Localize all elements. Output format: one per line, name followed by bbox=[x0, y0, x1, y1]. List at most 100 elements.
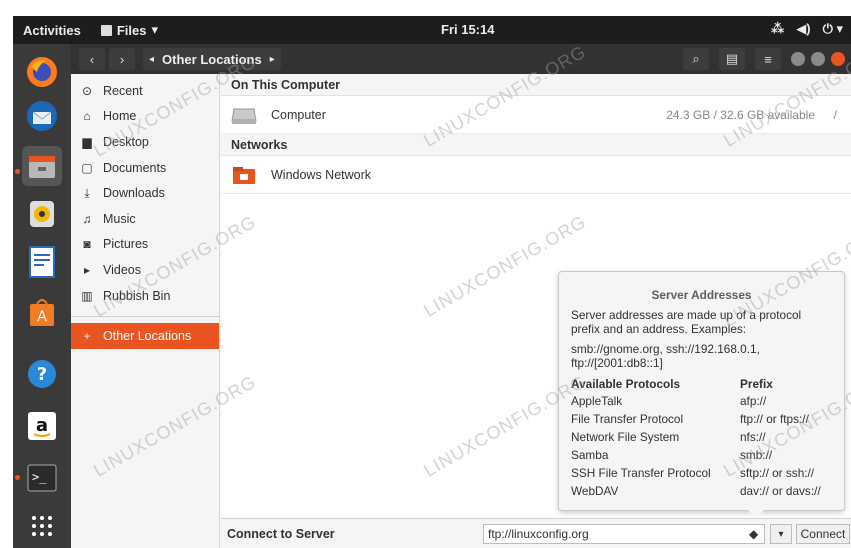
table-row: AppleTalk afp:// bbox=[571, 392, 832, 410]
network-folder-icon bbox=[233, 166, 255, 184]
thunderbird-icon[interactable] bbox=[22, 96, 62, 136]
terminal-icon[interactable]: >_ bbox=[22, 458, 62, 498]
clock[interactable]: Fri 15:14 bbox=[441, 22, 494, 37]
table-row: Samba smb:// bbox=[571, 446, 832, 464]
system-menu[interactable]: ⁂ ◀) ⏻ ▾ bbox=[771, 21, 843, 37]
protocol-prefix: smb:// bbox=[740, 447, 773, 462]
svg-text:?: ? bbox=[37, 364, 47, 385]
header-actions: ⌕ ▤ ≡ bbox=[679, 48, 845, 70]
sidebar-item-other-locations[interactable]: + Other Locations bbox=[71, 323, 219, 349]
writer-icon[interactable] bbox=[22, 242, 62, 282]
chevron-down-icon: ▾ bbox=[151, 22, 158, 37]
section-on-this-computer: On This Computer bbox=[221, 74, 851, 96]
document-icon: ▢ bbox=[81, 160, 93, 175]
desktop-screen: Activities Files ▾ Fri 15:14 ⁂ ◀) ⏻ ▾ A … bbox=[13, 16, 851, 548]
svg-text:A: A bbox=[37, 309, 47, 325]
protocol-name: SSH File Transfer Protocol bbox=[571, 465, 711, 480]
files-icon[interactable] bbox=[22, 146, 62, 186]
popover-arrow bbox=[748, 510, 764, 518]
section-networks: Networks bbox=[221, 134, 851, 156]
minimize-button[interactable] bbox=[791, 52, 805, 66]
search-icon[interactable]: ⌕ bbox=[683, 48, 709, 70]
sidebar-item-videos[interactable]: ▸ Videos bbox=[71, 257, 219, 283]
disk-usage: 24.3 GB / 32.6 GB available bbox=[666, 107, 815, 122]
maximize-button[interactable] bbox=[811, 52, 825, 66]
sidebar-item-desktop[interactable]: ▆ Desktop bbox=[71, 129, 219, 155]
running-indicator bbox=[15, 475, 20, 480]
location-label: Windows Network bbox=[271, 167, 372, 182]
sidebar-item-label: Downloads bbox=[103, 186, 165, 201]
close-button[interactable] bbox=[831, 52, 845, 66]
svg-text:>_: >_ bbox=[32, 470, 47, 484]
places-sidebar: ⊙ Recent ⌂ Home ▆ Desktop ▢ Documents ⤓ Downl… bbox=[71, 74, 220, 548]
sidebar-item-label: Home bbox=[103, 109, 137, 124]
sidebar-item-downloads[interactable]: ⤓ Downloads bbox=[71, 180, 219, 206]
sidebar-item-recent[interactable]: ⊙ Recent bbox=[71, 78, 219, 104]
camera-icon: ◙ bbox=[83, 237, 91, 252]
video-icon: ▸ bbox=[83, 262, 91, 277]
network-icon: ⁂ bbox=[770, 21, 785, 36]
svg-text:a: a bbox=[36, 415, 48, 436]
sidebar-item-home[interactable]: ⌂ Home bbox=[71, 104, 219, 130]
path-scroll-right-icon[interactable]: ▸ bbox=[270, 54, 275, 65]
amazon-icon[interactable]: a bbox=[22, 406, 62, 446]
protocol-name: Samba bbox=[571, 447, 609, 462]
help-icon[interactable]: ? bbox=[22, 354, 62, 394]
table-row: WebDAV dav:// or davs:// bbox=[571, 482, 832, 500]
table-row: File Transfer Protocol ftp:// or ftps:// bbox=[571, 410, 832, 428]
sidebar-item-label: Other Locations bbox=[103, 329, 192, 344]
help-icon[interactable]: ◆ bbox=[749, 527, 758, 541]
rhythmbox-icon[interactable] bbox=[22, 194, 62, 234]
sidebar-item-label: Music bbox=[103, 211, 136, 226]
popover-examples: smb://gnome.org, ssh://192.168.0.1, ftp:… bbox=[571, 342, 760, 370]
mount-path: / bbox=[833, 107, 837, 122]
column-header-protocols: Available Protocols bbox=[571, 377, 681, 391]
back-button[interactable]: ‹ bbox=[79, 48, 105, 70]
popover-title: Server Addresses bbox=[651, 288, 752, 302]
popover-description: Server addresses are made up of a protoc… bbox=[571, 308, 802, 336]
trash-icon: ▥ bbox=[81, 288, 93, 303]
path-scroll-left-icon[interactable]: ◂ bbox=[149, 54, 154, 65]
protocol-name: AppleTalk bbox=[571, 393, 623, 408]
protocol-prefix: sftp:// or ssh:// bbox=[740, 465, 815, 480]
protocol-prefix: ftp:// or ftps:// bbox=[740, 411, 809, 426]
sidebar-item-pictures[interactable]: ◙ Pictures bbox=[71, 232, 219, 258]
sidebar-item-music[interactable]: ♫ Music bbox=[71, 206, 219, 232]
protocol-prefix: dav:// or davs:// bbox=[740, 483, 821, 498]
sidebar-item-label: Videos bbox=[103, 262, 141, 277]
sidebar-item-documents[interactable]: ▢ Documents bbox=[71, 155, 219, 181]
hard-drive-icon bbox=[231, 108, 257, 124]
table-row: Network File System nfs:// bbox=[571, 428, 832, 446]
connect-button[interactable]: Connect bbox=[796, 524, 850, 544]
path-other-locations[interactable]: Other Locations bbox=[162, 52, 262, 67]
music-icon: ♫ bbox=[82, 211, 92, 226]
volume-icon: ◀) bbox=[796, 21, 811, 36]
protocols-header: Available Protocols Prefix bbox=[571, 376, 832, 392]
dock: A ? a >_ bbox=[13, 44, 71, 548]
server-addresses-popover: Server Addresses Server addresses are ma… bbox=[558, 271, 845, 511]
location-row-computer[interactable]: Computer 24.3 GB / 32.6 GB available / bbox=[221, 96, 851, 134]
app-menu[interactable]: Files ▾ bbox=[100, 22, 158, 38]
server-address-input[interactable] bbox=[483, 524, 765, 544]
apps-grid-icon[interactable] bbox=[22, 506, 62, 546]
clock-icon: ⊙ bbox=[81, 83, 93, 98]
sidebar-item-rubbish-bin[interactable]: ▥ Rubbish Bin bbox=[71, 283, 219, 309]
view-toggle-icon[interactable]: ▤ bbox=[719, 48, 745, 70]
running-indicator bbox=[15, 169, 20, 174]
download-icon: ⤓ bbox=[84, 185, 90, 200]
location-row-windows-network[interactable]: Windows Network bbox=[221, 156, 851, 194]
sidebar-item-label: Desktop bbox=[103, 134, 149, 149]
firefox-icon[interactable] bbox=[22, 52, 62, 92]
activities-button[interactable]: Activities bbox=[23, 23, 81, 38]
connect-to-server-bar: Connect to Server ◆ ▾ Connect bbox=[221, 518, 851, 548]
sidebar-item-label: Pictures bbox=[103, 237, 149, 252]
recent-servers-dropdown[interactable]: ▾ bbox=[770, 524, 792, 544]
power-icon: ⏻ ▾ bbox=[822, 21, 843, 36]
folder-icon: ▆ bbox=[82, 134, 92, 149]
software-icon[interactable]: A bbox=[22, 292, 62, 332]
forward-button[interactable]: › bbox=[109, 48, 135, 70]
sidebar-item-label: Rubbish Bin bbox=[103, 288, 171, 303]
protocols-table: Available Protocols Prefix AppleTalk afp:… bbox=[571, 376, 832, 500]
menu-icon[interactable]: ≡ bbox=[755, 48, 781, 70]
protocol-name: Network File System bbox=[571, 429, 680, 444]
